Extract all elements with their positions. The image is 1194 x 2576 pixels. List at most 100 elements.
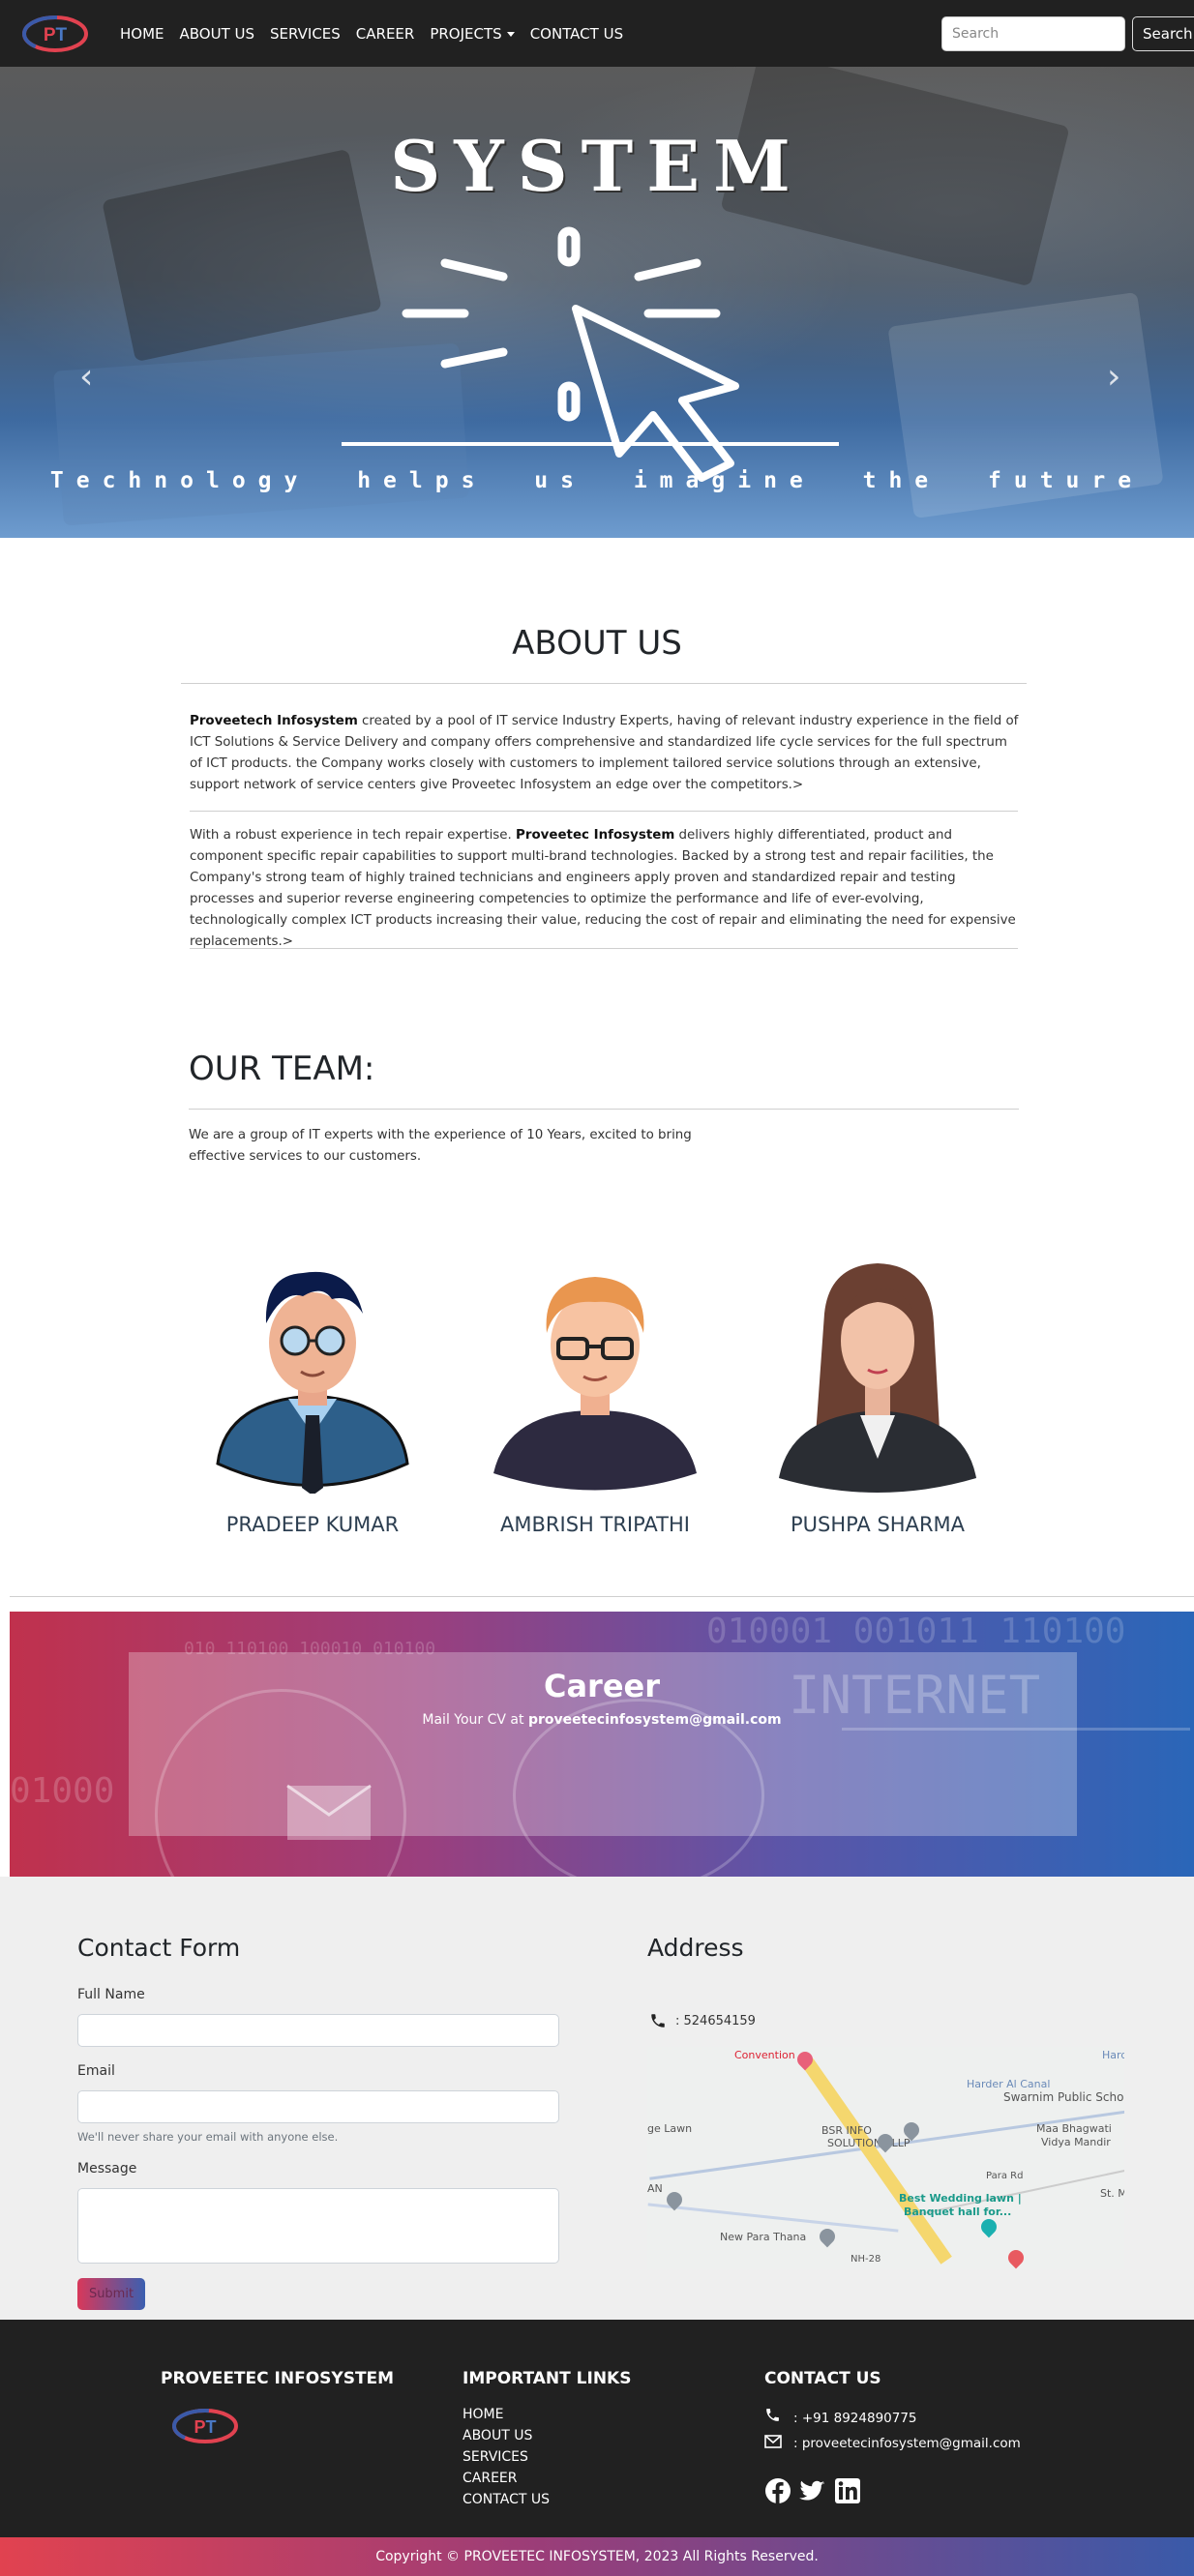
- about-paragraph-1: Proveetech Infosystem created by a pool …: [190, 711, 1022, 796]
- nav-projects-label: PROJECTS: [430, 24, 502, 43]
- email-help-text: We'll never share your email with anyone…: [77, 2130, 339, 2144]
- team-member: PRADEEP KUMAR: [187, 1256, 438, 1536]
- map-label: Best Wedding lawn |: [899, 2192, 1022, 2205]
- footer-phone: : +91 8924890775: [793, 2411, 917, 2426]
- hero-divider: [342, 442, 839, 446]
- submit-button[interactable]: Submit: [77, 2278, 145, 2310]
- email-field[interactable]: [77, 2090, 559, 2123]
- map-label: Harde: [1102, 2049, 1124, 2061]
- phone-icon: [766, 2409, 779, 2421]
- team-member-name: AMBRISH TRIPATHI: [500, 1513, 690, 1536]
- phone-icon: [651, 2014, 665, 2028]
- company-name: Proveetech Infosystem: [190, 714, 358, 728]
- team-member: AMBRISH TRIPATHI: [469, 1256, 721, 1536]
- nav-contact-us[interactable]: CONTACT US: [530, 25, 623, 43]
- map-label: Vidya Mandir: [1041, 2136, 1111, 2148]
- envelope-icon: [286, 1784, 372, 1840]
- footer-link-home[interactable]: HOME: [463, 2407, 503, 2422]
- nav-career[interactable]: CAREER: [356, 25, 415, 43]
- divider: [190, 948, 1018, 949]
- carousel-next-icon[interactable]: ›: [1107, 357, 1120, 397]
- hero-carousel: SYSTEM Technology helps us imagine the f…: [0, 67, 1194, 538]
- divider: [189, 1109, 1019, 1110]
- female-avatar-icon: [779, 1263, 976, 1493]
- full-name-field[interactable]: [77, 2014, 559, 2047]
- twitter-icon[interactable]: [798, 2477, 825, 2504]
- brand-logo[interactable]: PT: [21, 13, 89, 55]
- address-title: Address: [647, 1934, 744, 1962]
- company-name: Proveetec Infosystem: [516, 828, 675, 843]
- map-label: St. M: [1100, 2187, 1124, 2200]
- map-pin-icon: [1004, 2246, 1028, 2269]
- team-member-name: PRADEEP KUMAR: [225, 1513, 400, 1536]
- map-label: NH-28: [851, 2254, 881, 2265]
- navbar: PT HOME ABOUT US SERVICES CAREER PROJECT…: [0, 0, 1194, 67]
- linkedin-icon[interactable]: [834, 2477, 861, 2504]
- footer-link-career[interactable]: CAREER: [463, 2471, 518, 2486]
- message-field[interactable]: [77, 2188, 559, 2264]
- map-pin-icon: [816, 2225, 839, 2248]
- map-label: ge Lawn: [647, 2122, 693, 2135]
- about-paragraph-2-text: delivers highly differentiated, product …: [190, 828, 1016, 949]
- map-road: [647, 2203, 899, 2233]
- map-label: Harder Al Canal: [967, 2078, 1051, 2090]
- search-input[interactable]: [941, 16, 1125, 51]
- map-label: AN: [647, 2182, 663, 2195]
- hero-tagline: Technology helps us imagine the future: [49, 468, 1145, 493]
- nav-about-us[interactable]: ABOUT US: [180, 25, 255, 43]
- team-description: We are a group of IT experts with the ex…: [189, 1128, 692, 1164]
- career-bg-text: 010001 001011 110100: [706, 1612, 1126, 1651]
- nav-projects-dropdown[interactable]: PROJECTS: [430, 24, 515, 43]
- footer-links-title: IMPORTANT LINKS: [463, 2369, 632, 2388]
- divider: [181, 683, 1027, 684]
- team-member-name: PUSHPA SHARMA: [790, 1513, 966, 1536]
- career-mail-prefix: Mail Your CV at: [422, 1712, 528, 1728]
- contact-form-title: Contact Form: [77, 1934, 241, 1962]
- search-button[interactable]: Search: [1132, 16, 1194, 51]
- divider: [190, 811, 1018, 812]
- team-title: OUR TEAM:: [189, 1050, 375, 1088]
- footer-logo: PT: [172, 2409, 238, 2443]
- career-title: Career: [543, 1668, 661, 1704]
- cursor-click-icon: [402, 226, 739, 482]
- footer-email[interactable]: : proveetecinfosystem@gmail.com: [793, 2436, 1021, 2451]
- map-label: New Para Thana: [720, 2231, 807, 2243]
- footer-contact-title: CONTACT US: [764, 2369, 881, 2388]
- hero-title: SYSTEM: [390, 125, 804, 207]
- map-pin-icon: [977, 2215, 1000, 2238]
- male-avatar-icon: [216, 1271, 409, 1494]
- location-map[interactable]: Convention Harder Al Canal Swarnim Publi…: [647, 2047, 1124, 2269]
- about-paragraph-2: With a robust experience in tech repair …: [190, 825, 1022, 953]
- nav-menu: HOME ABOUT US SERVICES CAREER PROJECTS C…: [120, 0, 623, 67]
- full-name-label: Full Name: [77, 1987, 145, 2002]
- nav-home[interactable]: HOME: [120, 25, 164, 43]
- footer-link-services[interactable]: SERVICES: [463, 2449, 528, 2465]
- map-label: BSR INFO: [821, 2124, 872, 2137]
- footer-link-contact-us[interactable]: CONTACT US: [463, 2492, 550, 2507]
- footer-link-about-us[interactable]: ABOUT US: [463, 2428, 532, 2443]
- carousel-prev-icon[interactable]: ‹: [79, 357, 93, 397]
- career-bg-text: 01000: [10, 1771, 115, 1811]
- email-label: Email: [77, 2063, 115, 2079]
- career-subtitle: Mail Your CV at proveetecinfosystem@gmai…: [10, 1712, 1194, 1728]
- caret-down-icon: [506, 31, 515, 37]
- map-label: Swarnim Public Schoo: [1003, 2090, 1124, 2104]
- map-label: Para Rd: [986, 2171, 1024, 2181]
- facebook-icon[interactable]: [764, 2477, 791, 2504]
- nav-services[interactable]: SERVICES: [270, 25, 341, 43]
- about-title: ABOUT US: [512, 624, 682, 663]
- divider: [10, 1596, 1194, 1597]
- map-label: SOLUTIONS LLP: [827, 2137, 910, 2149]
- career-email-link[interactable]: proveetecinfosystem@gmail.com: [528, 1712, 782, 1728]
- career-banner: INTERNET 010001 001011 110100 010 110100…: [10, 1612, 1194, 1877]
- map-label: Banquet hall for...: [904, 2206, 1012, 2218]
- male-avatar-icon: [493, 1277, 697, 1491]
- team-member: PUSHPA SHARMA: [752, 1256, 1003, 1536]
- svg-text:PT: PT: [44, 25, 68, 45]
- about-paragraph-2-start: With a robust experience in tech repair …: [190, 828, 517, 843]
- map-label: Maa Bhagwati: [1036, 2122, 1112, 2135]
- message-label: Message: [77, 2161, 137, 2176]
- copyright-bar: Copyright © PROVEETEC INFOSYSTEM, 2023 A…: [0, 2537, 1194, 2576]
- envelope-icon: [764, 2435, 782, 2448]
- map-label: Convention: [734, 2049, 795, 2061]
